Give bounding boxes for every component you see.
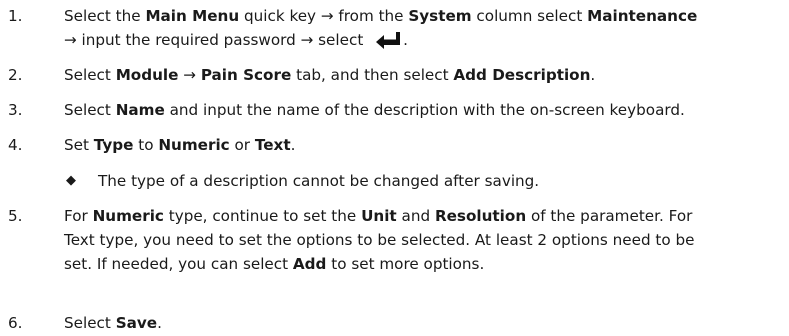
menu-term: Unit [361,207,397,225]
menu-term: Save [115,314,158,332]
step-text: Set Type to Numeric or Text. [64,133,786,157]
text-segment: type, continue to set the [163,207,362,225]
step-line: For Numeric type, continue to set the Un… [64,204,786,228]
menu-term: Numeric [92,207,164,225]
menu-term: Pain Score [200,66,292,84]
menu-term: Text [254,136,291,154]
menu-term: Add Description [453,66,591,84]
enter-key-icon [376,32,401,49]
menu-term: System [408,7,472,25]
text-segment: → [178,66,201,84]
step-number: 4. [8,136,23,154]
menu-term: Resolution [434,207,527,225]
text-segment: to [133,136,159,154]
step-text: Select Module → Pain Score tab, and then… [64,63,786,87]
text-segment: Select the [64,7,146,25]
step-text: Select Save. [64,311,786,335]
text-segment: Text type, you need to set the options t… [64,231,695,249]
note-text: The type of a description cannot be chan… [98,172,540,190]
menu-term: Module [115,66,179,84]
text-segment: of the parameter. For [526,207,693,225]
step-number: 1. [8,7,23,25]
text-segment: Set [64,136,94,154]
text-segment: For [64,207,93,225]
menu-term: Numeric [158,136,230,154]
text-segment: . [403,31,408,49]
step-text: Select the Main Menu quick key → from th… [64,4,786,52]
menu-term: Name [115,101,165,119]
step-number: 3. [8,101,23,119]
menu-term: Add [292,255,327,273]
step-number: 5. [8,207,23,225]
menu-term: Main Menu [145,7,240,25]
text-segment: to set more options. [326,255,485,273]
step-number: 2. [8,66,23,84]
text-segment: quick key → from the [239,7,409,25]
menu-term: Maintenance [587,7,698,25]
text-segment: column select [471,7,588,25]
text-segment: and [396,207,435,225]
text-segment: or [229,136,255,154]
text-segment: Select [64,66,116,84]
step-number: 6. [8,314,23,332]
step-text: For Numeric type, continue to set the Un… [64,204,786,276]
text-segment: → input the required password → select [64,31,369,49]
menu-term: Type [93,136,134,154]
text-segment: Select [64,101,116,119]
diamond-bullet-icon: ◆ [66,173,76,188]
text-segment: and input the name of the description wi… [164,101,685,119]
step-line: → input the required password → select . [64,28,786,52]
text-segment: . [590,66,596,84]
step-line: Text type, you need to set the options t… [64,228,786,252]
step-text: Select Name and input the name of the de… [64,98,786,122]
text-segment: . [290,136,296,154]
text-segment: Select [64,314,116,332]
step-line: set. If needed, you can select Add to se… [64,252,786,276]
step-line: Select the Main Menu quick key → from th… [64,4,786,28]
text-segment: tab, and then select [291,66,454,84]
text-segment: . [157,314,162,332]
text-segment: set. If needed, you can select [64,255,293,273]
